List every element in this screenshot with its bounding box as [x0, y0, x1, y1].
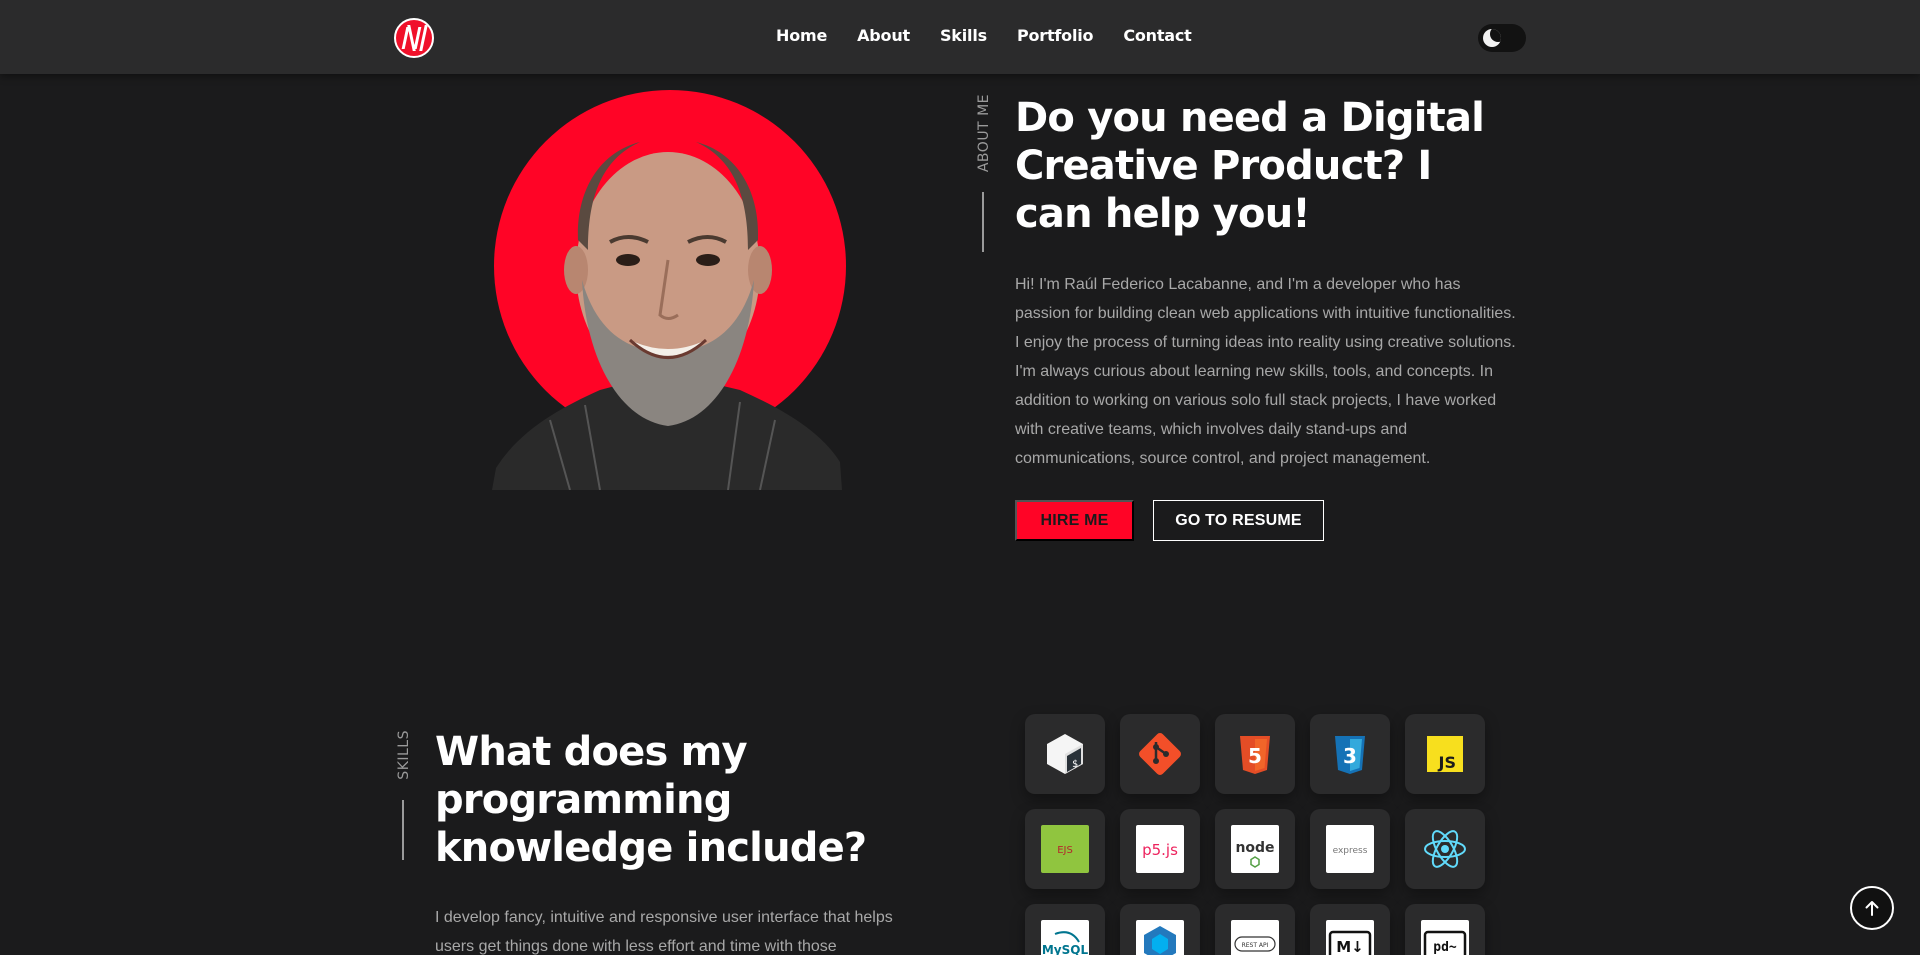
skill-tile-html5[interactable]: 5: [1215, 714, 1295, 794]
skill-tile-express[interactable]: express: [1310, 809, 1390, 889]
skill-tile-rest-api[interactable]: REST API: [1215, 904, 1295, 955]
skill-tile-p5js[interactable]: p5.js: [1120, 809, 1200, 889]
markdown-icon-label: M↓: [1336, 938, 1364, 955]
scroll-to-top-button[interactable]: [1850, 886, 1894, 930]
nav-link-about[interactable]: About: [857, 26, 910, 45]
bash-icon: $: [1047, 734, 1083, 774]
pandoc-icon-label: pd~: [1433, 940, 1457, 955]
skill-tile-ejs[interactable]: EJS: [1025, 809, 1105, 889]
skill-tile-git[interactable]: [1120, 714, 1200, 794]
svg-text:5: 5: [1248, 744, 1262, 768]
skill-tile-mysql[interactable]: MySQL: [1025, 904, 1105, 955]
theme-toggle[interactable]: [1478, 24, 1526, 52]
javascript-icon: JS: [1427, 736, 1463, 772]
skill-tile-css3[interactable]: 3: [1310, 714, 1390, 794]
skill-tile-nodejs[interactable]: node: [1215, 809, 1295, 889]
nav-link-portfolio[interactable]: Portfolio: [1017, 26, 1094, 45]
skill-tile-pandoc[interactable]: pd~: [1405, 904, 1485, 955]
arrow-up-icon: [1865, 901, 1879, 916]
mysql-icon-label: MySQL: [1042, 943, 1089, 955]
skill-tile-sequelize[interactable]: [1120, 904, 1200, 955]
ejs-icon: EJS: [1041, 825, 1089, 873]
p5js-icon-label: p5.js: [1142, 841, 1178, 859]
skills-text: I develop fancy, intuitive and responsiv…: [435, 909, 893, 955]
knw-logo-icon[interactable]: [394, 18, 434, 58]
skill-tile-javascript[interactable]: JS: [1405, 714, 1485, 794]
express-icon-label: express: [1333, 846, 1368, 856]
go-to-resume-label: GO TO RESUME: [1175, 511, 1302, 529]
nav-link-home[interactable]: Home: [776, 26, 827, 45]
hire-me-button[interactable]: HIRE ME: [1015, 500, 1134, 541]
skill-tile-markdown[interactable]: M↓: [1310, 904, 1390, 955]
skill-tile-bash[interactable]: $: [1025, 714, 1105, 794]
about-text: Hi! I'm Raúl Federico Lacabanne, and I'm…: [1015, 276, 1516, 467]
portrait-illustration: [492, 142, 842, 490]
rest-api-icon-label: REST API: [1242, 942, 1269, 949]
skill-tile-react[interactable]: [1405, 809, 1485, 889]
about-section-tag: ABOUT ME: [976, 94, 992, 173]
nodejs-icon: node: [1231, 825, 1279, 873]
css3-icon: 3: [1335, 736, 1365, 774]
hire-me-label: HIRE ME: [1040, 511, 1109, 529]
svg-text:$: $: [1072, 759, 1078, 770]
sequelize-icon: [1136, 920, 1184, 955]
p5js-icon: p5.js: [1136, 825, 1184, 873]
nav-links: Home About Skills Portfolio Contact: [776, 26, 1192, 45]
go-to-resume-button[interactable]: GO TO RESUME: [1153, 500, 1324, 541]
about-title: Do you need a Digital Creative Product? …: [1015, 95, 1485, 237]
nav-link-contact[interactable]: Contact: [1123, 26, 1192, 45]
js-icon-label: JS: [1438, 753, 1456, 772]
html5-icon: 5: [1240, 736, 1270, 774]
markdown-icon: M↓: [1326, 920, 1374, 955]
express-icon: express: [1326, 825, 1374, 873]
nav-link-skills[interactable]: Skills: [940, 26, 987, 45]
rest-api-icon: REST API: [1231, 920, 1279, 955]
skills-tag-line: [402, 800, 404, 860]
git-icon: [1139, 733, 1181, 775]
skills-title: What does my programming knowledge inclu…: [435, 729, 867, 871]
ejs-icon-label: EJS: [1057, 845, 1073, 856]
pandoc-icon: pd~: [1421, 920, 1469, 955]
mysql-icon: MySQL: [1041, 920, 1089, 955]
about-tag-line: [982, 192, 984, 252]
nodejs-icon-label: node: [1235, 840, 1274, 856]
profile-photo: [490, 90, 846, 490]
svg-text:3: 3: [1343, 744, 1357, 768]
react-icon: [1424, 830, 1466, 868]
skills-section-tag: SKILLS: [396, 730, 412, 780]
navbar: Home About Skills Portfolio Contact: [0, 0, 1920, 74]
moon-icon: [1483, 29, 1501, 47]
